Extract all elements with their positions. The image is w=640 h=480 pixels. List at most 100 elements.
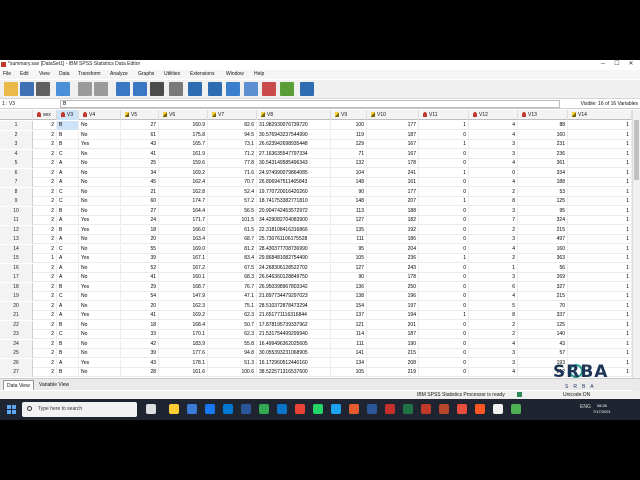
cell-sex[interactable]: 2 <box>33 225 57 235</box>
row-number[interactable]: 27 <box>0 368 33 377</box>
cell-v9[interactable]: 119 <box>331 130 367 140</box>
cell-v9[interactable]: 141 <box>331 349 367 358</box>
dialog-recall-icon[interactable] <box>56 82 70 96</box>
cell-v6[interactable]: 164.4 <box>159 206 208 216</box>
cell-v9[interactable]: 71 <box>331 149 367 159</box>
column-header-v4[interactable]: V4 <box>79 110 121 120</box>
cell-v13[interactable]: 140 <box>518 330 568 339</box>
cell-v3[interactable]: A <box>57 301 79 311</box>
cell-v6[interactable]: 170.1 <box>159 330 208 339</box>
cell-v9[interactable]: 105 <box>331 254 367 263</box>
cell-sex[interactable]: 2 <box>33 235 57 244</box>
cell-sex[interactable]: 2 <box>33 339 57 349</box>
spss-taskbar-icon[interactable] <box>421 404 431 414</box>
cell-v11[interactable]: 0 <box>419 330 469 339</box>
cell-v9[interactable]: 127 <box>331 263 367 273</box>
cell-v4[interactable]: No <box>79 168 121 178</box>
cell-v3[interactable]: B <box>57 206 79 216</box>
column-header-v8[interactable]: V8 <box>257 110 331 120</box>
cell-v10[interactable]: 192 <box>367 225 419 235</box>
cell-v8[interactable]: 18.741753382771810 <box>257 197 331 206</box>
cell-v10[interactable]: 178 <box>367 159 419 168</box>
cell-sex[interactable]: 2 <box>33 149 57 159</box>
cell-v10[interactable]: 250 <box>367 282 419 292</box>
cell-sex[interactable]: 2 <box>33 301 57 311</box>
cell-v9[interactable]: 113 <box>331 206 367 216</box>
row-number[interactable]: 10 <box>0 206 33 216</box>
cell-v6[interactable]: 169.2 <box>159 168 208 178</box>
cell-sex[interactable]: 1 <box>33 254 57 263</box>
goto-case-icon[interactable] <box>116 82 130 96</box>
cell-v13[interactable]: 56 <box>518 263 568 273</box>
vertical-scrollbar[interactable] <box>632 110 640 420</box>
cell-v10[interactable]: 201 <box>367 320 419 330</box>
app-icon[interactable] <box>475 404 485 414</box>
cell-v12[interactable]: 0 <box>469 168 518 178</box>
row-number[interactable]: 2 <box>0 130 33 140</box>
cell-v12[interactable]: 4 <box>469 368 518 377</box>
cell-v13[interactable]: 327 <box>518 282 568 292</box>
cell-v11[interactable]: 1 <box>419 254 469 263</box>
cell-v9[interactable]: 148 <box>331 178 367 187</box>
row-number[interactable]: 1 <box>0 121 33 130</box>
cell-v12[interactable]: 4 <box>469 130 518 140</box>
cell-v4[interactable]: No <box>79 320 121 330</box>
cell-v13[interactable]: 53 <box>518 187 568 197</box>
cell-v10[interactable]: 187 <box>367 130 419 140</box>
cell-v3[interactable]: B <box>57 130 79 140</box>
tab-data-view[interactable]: Data View <box>3 380 34 390</box>
row-number[interactable]: 14 <box>0 244 33 254</box>
insert-variable-icon[interactable] <box>208 82 222 96</box>
column-header-v9[interactable]: V9 <box>331 110 367 120</box>
cell-sex[interactable]: 2 <box>33 187 57 197</box>
cell-v13[interactable]: 125 <box>518 320 568 330</box>
cell-sex[interactable]: 2 <box>33 178 57 187</box>
row-number[interactable]: 15 <box>0 254 33 263</box>
cell-v7[interactable]: 47.1 <box>208 292 257 301</box>
cell-v5[interactable]: 39 <box>121 349 159 358</box>
cell-v6[interactable]: 162.4 <box>159 178 208 187</box>
cell-v10[interactable]: 236 <box>367 254 419 263</box>
cell-v14[interactable]: 1 <box>568 235 632 244</box>
row-number[interactable]: 25 <box>0 349 33 358</box>
cell-v14[interactable]: 1 <box>568 130 632 140</box>
column-header-v13[interactable]: V13 <box>518 110 568 120</box>
cell-v13[interactable]: 497 <box>518 235 568 244</box>
cell-v6[interactable]: 147.9 <box>159 292 208 301</box>
cell-v9[interactable]: 138 <box>331 292 367 301</box>
cell-v6[interactable]: 159.6 <box>159 159 208 168</box>
cell-v4[interactable]: No <box>79 178 121 187</box>
cell-v5[interactable]: 42 <box>121 339 159 349</box>
open-icon[interactable] <box>4 82 18 96</box>
cell-v11[interactable]: 1 <box>419 121 469 130</box>
cell-v12[interactable]: 4 <box>469 121 518 130</box>
cell-v12[interactable]: 2 <box>469 254 518 263</box>
row-number[interactable]: 9 <box>0 197 33 206</box>
cell-v10[interactable]: 188 <box>367 206 419 216</box>
cell-v12[interactable]: 4 <box>469 159 518 168</box>
cell-v8[interactable]: 26.806947511465843 <box>257 178 331 187</box>
cell-v10[interactable]: 178 <box>367 273 419 282</box>
cell-v9[interactable]: 114 <box>331 330 367 339</box>
menu-file[interactable]: File <box>3 70 11 79</box>
weight-cases-icon[interactable] <box>244 82 258 96</box>
row-number[interactable]: 24 <box>0 339 33 349</box>
cell-v7[interactable]: 70.7 <box>208 178 257 187</box>
menu-edit[interactable]: Edit <box>20 70 29 79</box>
cell-v14[interactable]: 1 <box>568 349 632 358</box>
cell-v10[interactable]: 177 <box>367 121 419 130</box>
cell-v12[interactable]: 6 <box>469 282 518 292</box>
cell-v8[interactable]: 34.429082704083900 <box>257 216 331 225</box>
cell-v7[interactable]: 73.1 <box>208 140 257 149</box>
cell-v12[interactable]: 7 <box>469 216 518 225</box>
cell-v6[interactable]: 169.0 <box>159 244 208 254</box>
cell-v4[interactable]: No <box>79 349 121 358</box>
cell-v7[interactable]: 71.6 <box>208 168 257 178</box>
cell-v10[interactable]: 182 <box>367 216 419 225</box>
cell-v13[interactable]: 125 <box>518 197 568 206</box>
cell-v7[interactable]: 75.1 <box>208 301 257 311</box>
cell-v4[interactable]: No <box>79 130 121 140</box>
cell-v6[interactable]: 163.4 <box>159 235 208 244</box>
cell-v4[interactable]: No <box>79 339 121 349</box>
cell-v12[interactable]: 8 <box>469 311 518 320</box>
